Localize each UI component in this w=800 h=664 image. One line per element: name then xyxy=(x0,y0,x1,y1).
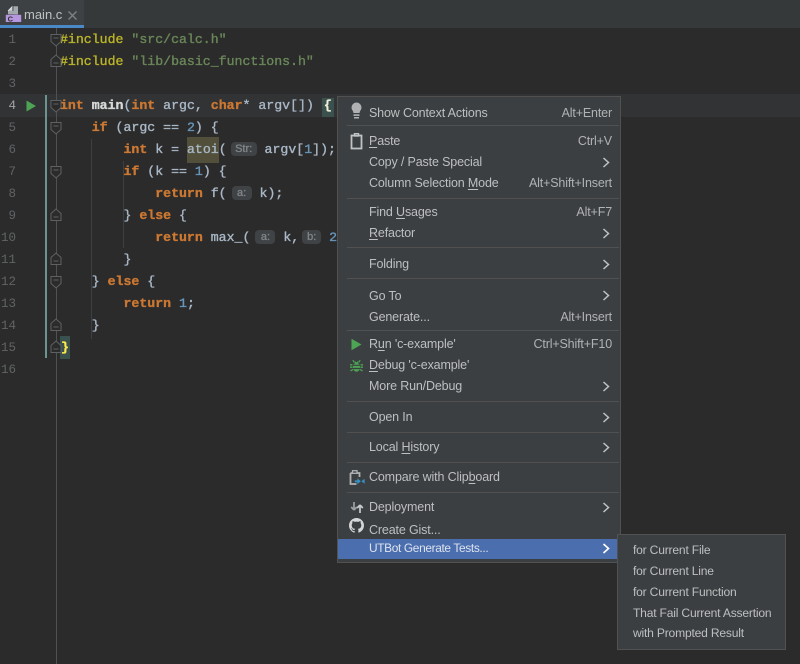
svg-text:C: C xyxy=(8,14,14,23)
